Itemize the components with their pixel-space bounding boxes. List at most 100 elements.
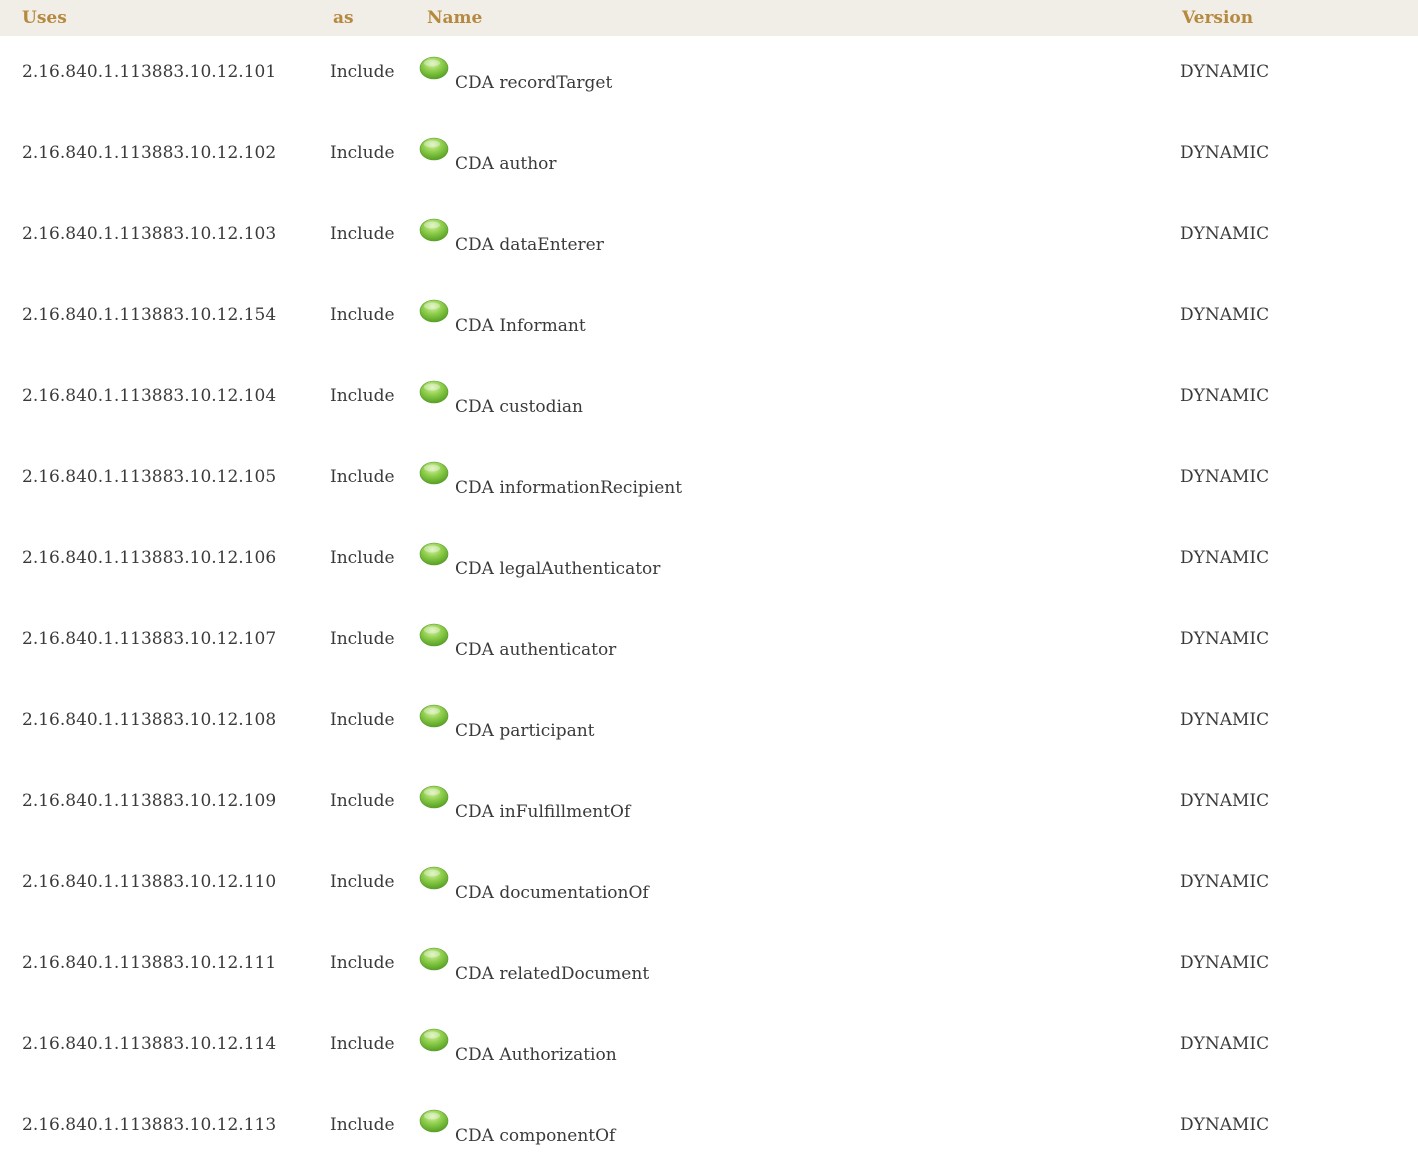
column-header-version[interactable]: Version <box>1172 0 1418 36</box>
uses-oid-cell: 2.16.840.1.113883.10.12.106 <box>22 548 277 568</box>
uses-oid-cell: 2.16.840.1.113883.10.12.108 <box>22 710 277 730</box>
table-row: 2.16.840.1.113883.10.12.109 Include CDA … <box>0 765 1418 846</box>
version-cell: DYNAMIC <box>1180 953 1270 973</box>
green-status-dot-icon <box>419 1109 449 1133</box>
version-cell: DYNAMIC <box>1180 710 1270 730</box>
version-cell: DYNAMIC <box>1180 629 1270 649</box>
version-cell: DYNAMIC <box>1180 62 1270 82</box>
uses-oid-cell: 2.16.840.1.113883.10.12.109 <box>22 791 277 811</box>
column-header-name[interactable]: Name <box>417 0 1172 36</box>
uses-oid-cell: 2.16.840.1.113883.10.12.104 <box>22 386 277 406</box>
version-cell: DYNAMIC <box>1180 143 1270 163</box>
uses-oid-cell: 2.16.840.1.113883.10.12.113 <box>22 1115 277 1135</box>
version-cell: DYNAMIC <box>1180 386 1270 406</box>
template-link[interactable]: CDA Authorization <box>419 1028 617 1065</box>
template-link[interactable]: CDA recordTarget <box>419 56 612 93</box>
green-status-dot-icon <box>419 218 449 242</box>
template-name[interactable]: CDA legalAuthenticator <box>455 548 660 579</box>
table-row: 2.16.840.1.113883.10.12.103 Include CDA … <box>0 198 1418 279</box>
green-status-dot-icon <box>419 947 449 971</box>
table-header-row: Uses as Name Version <box>0 0 1418 36</box>
uses-oid-cell: 2.16.840.1.113883.10.12.107 <box>22 629 277 649</box>
uses-oid-cell: 2.16.840.1.113883.10.12.110 <box>22 872 277 892</box>
uses-oid-cell: 2.16.840.1.113883.10.12.111 <box>22 953 277 973</box>
as-cell: Include <box>330 224 395 244</box>
uses-oid-cell: 2.16.840.1.113883.10.12.103 <box>22 224 277 244</box>
version-cell: DYNAMIC <box>1180 305 1270 325</box>
template-link[interactable]: CDA inFulfillmentOf <box>419 785 630 822</box>
table-row: 2.16.840.1.113883.10.12.113 Include CDA … <box>0 1089 1418 1170</box>
uses-oid-cell: 2.16.840.1.113883.10.12.105 <box>22 467 277 487</box>
template-name[interactable]: CDA componentOf <box>455 1115 615 1146</box>
green-status-dot-icon <box>419 704 449 728</box>
table-body: 2.16.840.1.113883.10.12.101 Include CDA … <box>0 36 1418 1170</box>
as-cell: Include <box>330 305 395 325</box>
table-row: 2.16.840.1.113883.10.12.101 Include CDA … <box>0 36 1418 117</box>
version-cell: DYNAMIC <box>1180 224 1270 244</box>
template-link[interactable]: CDA authenticator <box>419 623 616 660</box>
green-status-dot-icon <box>419 56 449 80</box>
as-cell: Include <box>330 953 395 973</box>
uses-oid-cell: 2.16.840.1.113883.10.12.114 <box>22 1034 277 1054</box>
column-header-uses[interactable]: Uses <box>0 0 323 36</box>
template-name[interactable]: CDA informationRecipient <box>455 467 682 498</box>
as-cell: Include <box>330 791 395 811</box>
green-status-dot-icon <box>419 542 449 566</box>
as-cell: Include <box>330 1115 395 1135</box>
as-cell: Include <box>330 710 395 730</box>
table-row: 2.16.840.1.113883.10.12.105 Include CDA … <box>0 441 1418 522</box>
as-cell: Include <box>330 1034 395 1054</box>
version-cell: DYNAMIC <box>1180 467 1270 487</box>
green-status-dot-icon <box>419 785 449 809</box>
uses-table: Uses as Name Version 2.16.840.1.113883.1… <box>0 0 1418 1170</box>
template-link[interactable]: CDA informationRecipient <box>419 461 682 498</box>
as-cell: Include <box>330 143 395 163</box>
green-status-dot-icon <box>419 299 449 323</box>
template-link[interactable]: CDA Informant <box>419 299 586 336</box>
green-status-dot-icon <box>419 380 449 404</box>
version-cell: DYNAMIC <box>1180 1115 1270 1135</box>
template-name[interactable]: CDA author <box>455 143 557 174</box>
table-row: 2.16.840.1.113883.10.12.107 Include CDA … <box>0 603 1418 684</box>
template-link[interactable]: CDA relatedDocument <box>419 947 649 984</box>
table-row: 2.16.840.1.113883.10.12.110 Include CDA … <box>0 846 1418 927</box>
as-cell: Include <box>330 62 395 82</box>
uses-oid-cell: 2.16.840.1.113883.10.12.154 <box>22 305 277 325</box>
template-link[interactable]: CDA dataEnterer <box>419 218 604 255</box>
template-name[interactable]: CDA inFulfillmentOf <box>455 791 630 822</box>
column-header-as[interactable]: as <box>323 0 417 36</box>
template-link[interactable]: CDA participant <box>419 704 595 741</box>
template-link[interactable]: CDA author <box>419 137 557 174</box>
uses-oid-cell: 2.16.840.1.113883.10.12.101 <box>22 62 277 82</box>
as-cell: Include <box>330 629 395 649</box>
green-status-dot-icon <box>419 866 449 890</box>
version-cell: DYNAMIC <box>1180 872 1270 892</box>
table-row: 2.16.840.1.113883.10.12.154 Include CDA … <box>0 279 1418 360</box>
as-cell: Include <box>330 548 395 568</box>
green-status-dot-icon <box>419 623 449 647</box>
table-row: 2.16.840.1.113883.10.12.106 Include CDA … <box>0 522 1418 603</box>
template-name[interactable]: CDA relatedDocument <box>455 953 649 984</box>
template-link[interactable]: CDA legalAuthenticator <box>419 542 660 579</box>
template-name[interactable]: CDA Authorization <box>455 1034 617 1065</box>
template-name[interactable]: CDA participant <box>455 710 595 741</box>
table-row: 2.16.840.1.113883.10.12.108 Include CDA … <box>0 684 1418 765</box>
template-name[interactable]: CDA custodian <box>455 386 583 417</box>
green-status-dot-icon <box>419 1028 449 1052</box>
green-status-dot-icon <box>419 461 449 485</box>
template-link[interactable]: CDA componentOf <box>419 1109 615 1146</box>
version-cell: DYNAMIC <box>1180 548 1270 568</box>
template-name[interactable]: CDA authenticator <box>455 629 616 660</box>
template-name[interactable]: CDA documentationOf <box>455 872 649 903</box>
template-name[interactable]: CDA recordTarget <box>455 62 612 93</box>
table-row: 2.16.840.1.113883.10.12.114 Include CDA … <box>0 1008 1418 1089</box>
template-link[interactable]: CDA documentationOf <box>419 866 649 903</box>
version-cell: DYNAMIC <box>1180 791 1270 811</box>
template-name[interactable]: CDA dataEnterer <box>455 224 604 255</box>
template-name[interactable]: CDA Informant <box>455 305 586 336</box>
as-cell: Include <box>330 467 395 487</box>
template-link[interactable]: CDA custodian <box>419 380 583 417</box>
table-row: 2.16.840.1.113883.10.12.102 Include CDA … <box>0 117 1418 198</box>
table-row: 2.16.840.1.113883.10.12.104 Include CDA … <box>0 360 1418 441</box>
green-status-dot-icon <box>419 137 449 161</box>
